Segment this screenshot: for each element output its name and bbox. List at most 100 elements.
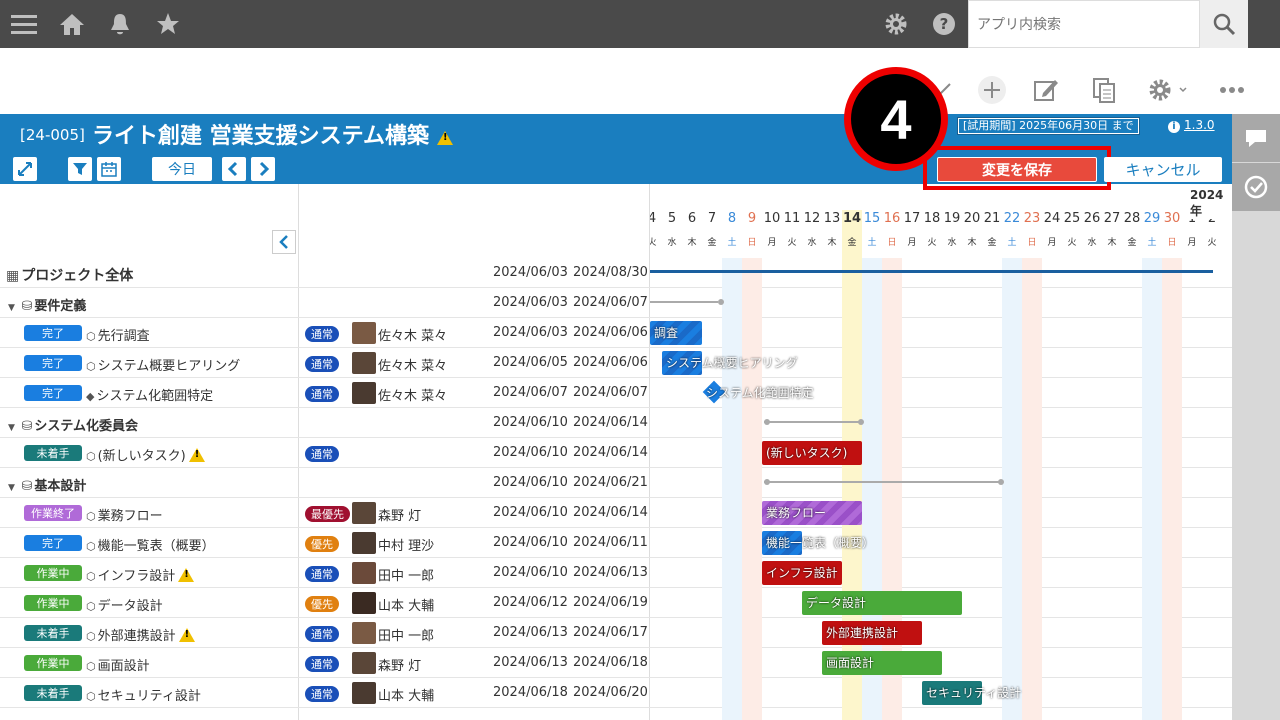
weekday: 水 bbox=[1087, 238, 1097, 248]
priority-badge[interactable]: 通常 bbox=[305, 386, 339, 402]
search-button[interactable] bbox=[1200, 0, 1248, 48]
step-number-badge: 4 bbox=[844, 67, 948, 171]
caret-down-icon[interactable]: ▼ bbox=[8, 483, 15, 493]
priority-badge[interactable]: 優先 bbox=[305, 536, 339, 552]
avatar bbox=[352, 382, 376, 404]
settings-gear-icon[interactable] bbox=[882, 0, 910, 48]
task-bar[interactable]: 画面設計 bbox=[822, 651, 942, 675]
avatar bbox=[352, 592, 376, 614]
assignee-name: 山本 大輔 bbox=[378, 599, 435, 614]
day-column bbox=[1162, 258, 1182, 720]
end-date: 2024/06/14 bbox=[573, 445, 648, 460]
expand-button[interactable] bbox=[13, 157, 37, 181]
prev-button[interactable] bbox=[222, 157, 246, 181]
calendar-button[interactable] bbox=[97, 157, 121, 181]
day-column bbox=[1082, 258, 1102, 720]
settings-dropdown-icon[interactable] bbox=[1144, 74, 1192, 106]
task-icon: ⬡ bbox=[86, 570, 96, 583]
task-bar[interactable]: システム化範囲特定 bbox=[706, 381, 814, 405]
task-bar[interactable]: (新しいタスク) bbox=[762, 441, 862, 465]
help-icon[interactable]: ? bbox=[930, 0, 958, 48]
day-number: 6 bbox=[687, 211, 697, 226]
weekday: 木 bbox=[967, 238, 977, 248]
assignee-name: 佐々木 菜々 bbox=[378, 359, 448, 374]
day-number: 20 bbox=[963, 211, 981, 226]
bell-icon[interactable] bbox=[106, 0, 134, 48]
task-bar[interactable]: 外部連携設計 bbox=[822, 621, 922, 645]
cancel-button[interactable]: キャンセル bbox=[1104, 157, 1222, 182]
weekday: 日 bbox=[747, 238, 757, 248]
priority-badge[interactable]: 通常 bbox=[305, 356, 339, 372]
filter-icon bbox=[73, 163, 87, 175]
assignee-name: 森野 灯 bbox=[378, 509, 422, 524]
save-changes-button[interactable]: 変更を保存 bbox=[937, 157, 1097, 182]
start-date: 2024/06/03 bbox=[493, 265, 568, 280]
priority-badge[interactable]: 通常 bbox=[305, 566, 339, 582]
status-badge[interactable]: 完了 bbox=[24, 325, 82, 341]
today-button[interactable]: 今日 bbox=[152, 157, 212, 181]
priority-badge[interactable]: 通常 bbox=[305, 326, 339, 342]
priority-badge[interactable]: 最優先 bbox=[305, 506, 350, 522]
row-name: ◆ システム化範囲特定 bbox=[86, 389, 214, 404]
weekday: 日 bbox=[1167, 238, 1177, 248]
priority-badge[interactable]: 通常 bbox=[305, 686, 339, 702]
day-number: 10 bbox=[763, 211, 781, 226]
status-badge[interactable]: 未着手 bbox=[24, 625, 82, 641]
task-bar[interactable]: データ設計 bbox=[802, 591, 962, 615]
group-bar-end bbox=[764, 419, 770, 425]
weekday: 火 bbox=[1207, 238, 1217, 248]
priority-badge[interactable]: 通常 bbox=[305, 656, 339, 672]
next-button[interactable] bbox=[251, 157, 275, 181]
status-badge[interactable]: 未着手 bbox=[24, 685, 82, 701]
avatar bbox=[352, 652, 376, 674]
star-icon[interactable] bbox=[154, 0, 182, 48]
activity-icon[interactable] bbox=[1232, 163, 1280, 211]
end-date: 2024/06/14 bbox=[573, 505, 648, 520]
task-bar[interactable]: セキュリティ設計 bbox=[922, 681, 1021, 705]
group-bar-end bbox=[764, 479, 770, 485]
menu-icon[interactable] bbox=[8, 0, 40, 48]
task-icon: ⬡ bbox=[86, 330, 96, 343]
group-bar[interactable] bbox=[650, 301, 718, 303]
priority-badge[interactable]: 通常 bbox=[305, 626, 339, 642]
add-icon[interactable] bbox=[976, 74, 1008, 106]
status-badge[interactable]: 作業終了 bbox=[24, 505, 82, 521]
task-icon: ⬡ bbox=[86, 600, 96, 613]
status-badge[interactable]: 未着手 bbox=[24, 445, 82, 461]
comment-icon[interactable] bbox=[1232, 114, 1280, 162]
status-badge[interactable]: 完了 bbox=[24, 355, 82, 371]
group-bar[interactable] bbox=[764, 481, 1000, 483]
status-badge[interactable]: 作業中 bbox=[24, 565, 82, 581]
task-bar[interactable]: 機能一覧表（概要） bbox=[762, 531, 874, 555]
caret-down-icon[interactable]: ▼ bbox=[8, 423, 15, 433]
task-bar[interactable]: 調査 bbox=[650, 321, 702, 345]
collapse-panel-button[interactable] bbox=[272, 230, 296, 254]
task-bar[interactable]: インフラ設計 bbox=[762, 561, 842, 585]
status-badge[interactable]: 完了 bbox=[24, 385, 82, 401]
task-icon: ⬡ bbox=[86, 540, 96, 553]
end-date: 2024/06/07 bbox=[573, 385, 648, 400]
weekday: 土 bbox=[867, 238, 877, 248]
summary-bar[interactable] bbox=[650, 270, 1213, 273]
edit-icon[interactable] bbox=[1030, 74, 1062, 106]
group-bar[interactable] bbox=[764, 421, 860, 423]
status-badge[interactable]: 完了 bbox=[24, 535, 82, 551]
more-icon[interactable] bbox=[1216, 74, 1248, 106]
day-column bbox=[762, 258, 782, 720]
version-link[interactable]: i 1.3.0 bbox=[1168, 118, 1215, 133]
warning-icon bbox=[178, 568, 195, 582]
priority-badge[interactable]: 通常 bbox=[305, 446, 339, 462]
weekday: 月 bbox=[907, 238, 917, 248]
task-bar[interactable]: 業務フロー bbox=[762, 501, 862, 525]
search-input[interactable] bbox=[969, 1, 1189, 47]
weekday: 木 bbox=[827, 238, 837, 248]
filter-button[interactable] bbox=[68, 157, 92, 181]
task-bar[interactable]: システム概要ヒアリング bbox=[662, 351, 798, 375]
priority-badge[interactable]: 優先 bbox=[305, 596, 339, 612]
copy-icon[interactable] bbox=[1088, 74, 1120, 106]
caret-down-icon[interactable]: ▼ bbox=[8, 303, 15, 313]
status-badge[interactable]: 作業中 bbox=[24, 595, 82, 611]
trial-period-badge: [試用期間] 2025年06月30日 まで bbox=[957, 117, 1140, 135]
home-icon[interactable] bbox=[58, 0, 86, 48]
status-badge[interactable]: 作業中 bbox=[24, 655, 82, 671]
